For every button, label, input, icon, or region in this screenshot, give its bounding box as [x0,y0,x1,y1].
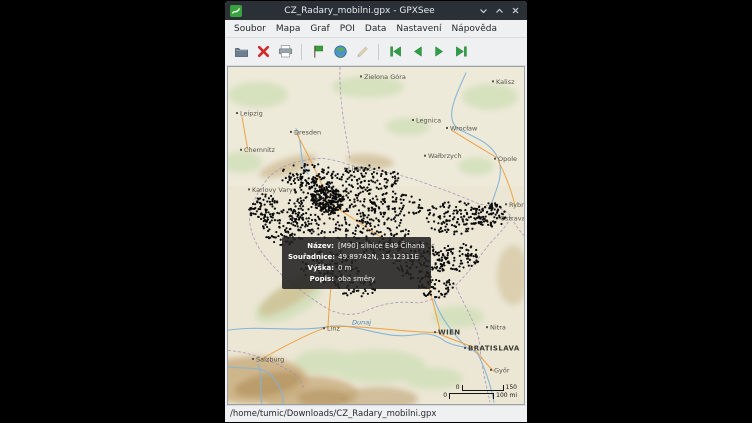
toolbar-separator [378,44,379,60]
svg-text:Legnica: Legnica [416,117,441,125]
menu-napoveda[interactable]: Nápověda [446,23,502,35]
tooltip-label: Souřadnice: [288,252,334,263]
scale-km-bar [462,385,504,391]
svg-text:Dunaj: Dunaj [352,319,371,327]
svg-text:Wałbrzych: Wałbrzych [428,152,462,160]
pencil-icon [355,44,370,59]
go-next-icon [432,44,447,59]
menubar: Soubor Mapa Graf POI Data Nastavení Nápo… [225,20,527,38]
svg-text:Kalisz: Kalisz [496,78,515,86]
svg-text:Salzburg: Salzburg [256,355,284,363]
open-file-path: /home/tumic/Downloads/CZ_Radary_mobilni.… [230,409,436,419]
svg-text:Zielona Góra: Zielona Góra [364,73,406,81]
svg-text:Rybnik: Rybnik [509,201,524,209]
tooltip-row: Výška: 0 m [288,263,425,274]
tooltip-value: 49.89742N, 13.12311E [338,252,419,263]
svg-text:Győr: Győr [494,365,510,374]
scale-km-zero: 0 [456,384,460,391]
folder-open-icon [234,44,249,59]
desktop-background: CZ_Radary_mobilni.gpx - GPXSee Soubor Ma… [0,0,752,423]
tooltip-row: Souřadnice: 49.89742N, 13.12311E [288,252,425,263]
menu-poi[interactable]: POI [335,23,360,35]
maximize-button[interactable] [493,4,506,17]
go-previous-icon [410,44,425,59]
svg-text:BRATISLAVA: BRATISLAVA [468,345,520,353]
svg-text:Dresden: Dresden [294,128,321,136]
map-toggle-button[interactable] [330,42,350,62]
svg-text:Opole: Opole [498,155,517,163]
tooltip-row: Název: [M90] silnice E49 Čihaná [288,241,425,252]
open-file-button[interactable] [231,42,251,62]
last-file-button[interactable] [451,42,471,62]
tooltip-value: oba směry [338,274,375,285]
menu-data[interactable]: Data [360,23,392,35]
menu-graf[interactable]: Graf [305,23,334,35]
close-window-button[interactable] [509,4,522,17]
svg-text:Chemnitz: Chemnitz [244,146,275,154]
scale-mi-zero: 0 [443,392,447,399]
next-file-button[interactable] [429,42,449,62]
tooltip-label: Výška: [288,263,334,274]
scale-mi-bar [449,393,494,399]
titlebar[interactable]: CZ_Radary_mobilni.gpx - GPXSee [225,1,527,20]
globe-icon [333,44,348,59]
svg-text:WIEN: WIEN [438,329,461,337]
close-red-x-icon [256,44,271,59]
svg-text:Nitra: Nitra [490,324,506,332]
toolbar [225,38,527,66]
graph-draw-button[interactable] [352,42,372,62]
tooltip-row: Popis: oba směry [288,274,425,285]
map-scale: 0 150 0 100 mi [443,384,517,399]
scale-km-value: 150 [506,384,517,391]
svg-text:Leipzig: Leipzig [240,110,263,118]
menu-soubor[interactable]: Soubor [229,23,271,35]
scale-mi-value: 100 mi [496,392,517,399]
tooltip-label: Popis: [288,274,334,285]
previous-file-button[interactable] [407,42,427,62]
svg-text:Linz: Linz [327,325,341,333]
poi-toggle-button[interactable] [308,42,328,62]
poi-flag-icon [311,44,326,59]
printer-icon [278,44,293,59]
menu-mapa[interactable]: Mapa [271,23,306,35]
go-last-icon [454,44,469,59]
poi-tooltip: Název: [M90] silnice E49 Čihaná Souřadni… [282,237,431,289]
menu-nastaveni[interactable]: Nastavení [391,23,446,35]
map-view[interactable]: Zielona Góra Kalisz Leipzig Dresden Legnica W… [227,66,525,405]
tooltip-value: 0 m [338,263,352,274]
window-title: CZ_Radary_mobilni.gpx - GPXSee [246,6,473,16]
map-canvas[interactable]: Zielona Góra Kalisz Leipzig Dresden Legnica W… [228,67,524,404]
tooltip-label: Název: [288,241,334,252]
app-icon [230,5,242,17]
toolbar-separator [301,44,302,60]
first-file-button[interactable] [385,42,405,62]
tooltip-value: [M90] silnice E49 Čihaná [338,241,425,252]
minimize-button[interactable] [477,4,490,17]
close-file-button[interactable] [253,42,273,62]
gpxsee-window: CZ_Radary_mobilni.gpx - GPXSee Soubor Ma… [225,1,527,422]
svg-text:Karlovy Vary: Karlovy Vary [252,186,293,194]
svg-text:Wrocław: Wrocław [450,124,478,132]
print-button[interactable] [275,42,295,62]
go-first-icon [388,44,403,59]
statusbar: /home/tumic/Downloads/CZ_Radary_mobilni.… [225,405,527,422]
